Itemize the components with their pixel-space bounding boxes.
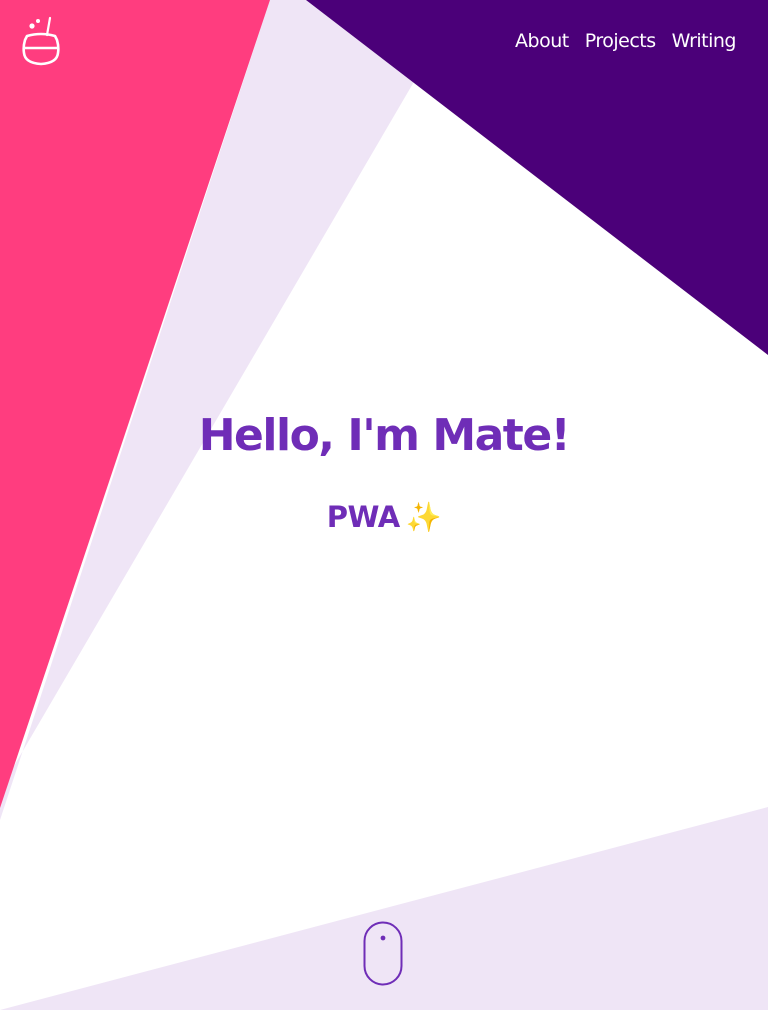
sparkles-icon: ✨ [405, 500, 442, 534]
nav-projects-link[interactable]: Projects [585, 29, 656, 53]
nav-writing-link[interactable]: Writing [672, 29, 737, 53]
pink-wedge [0, 0, 270, 808]
nav-about-link[interactable]: About [515, 29, 569, 53]
hero-subtitle-text: PWA [326, 500, 400, 534]
dark-purple-wedge [306, 0, 768, 355]
hero-title: Hello, I'm Mate! [198, 410, 571, 461]
cauldron-icon[interactable] [22, 16, 60, 68]
page: About Projects Writing Hello, I'm Mate! … [0, 0, 768, 1010]
main-nav: About Projects Writing [515, 29, 736, 53]
mouse-icon[interactable] [363, 921, 403, 987]
hero-subtitle: PWA ✨ [0, 498, 768, 536]
